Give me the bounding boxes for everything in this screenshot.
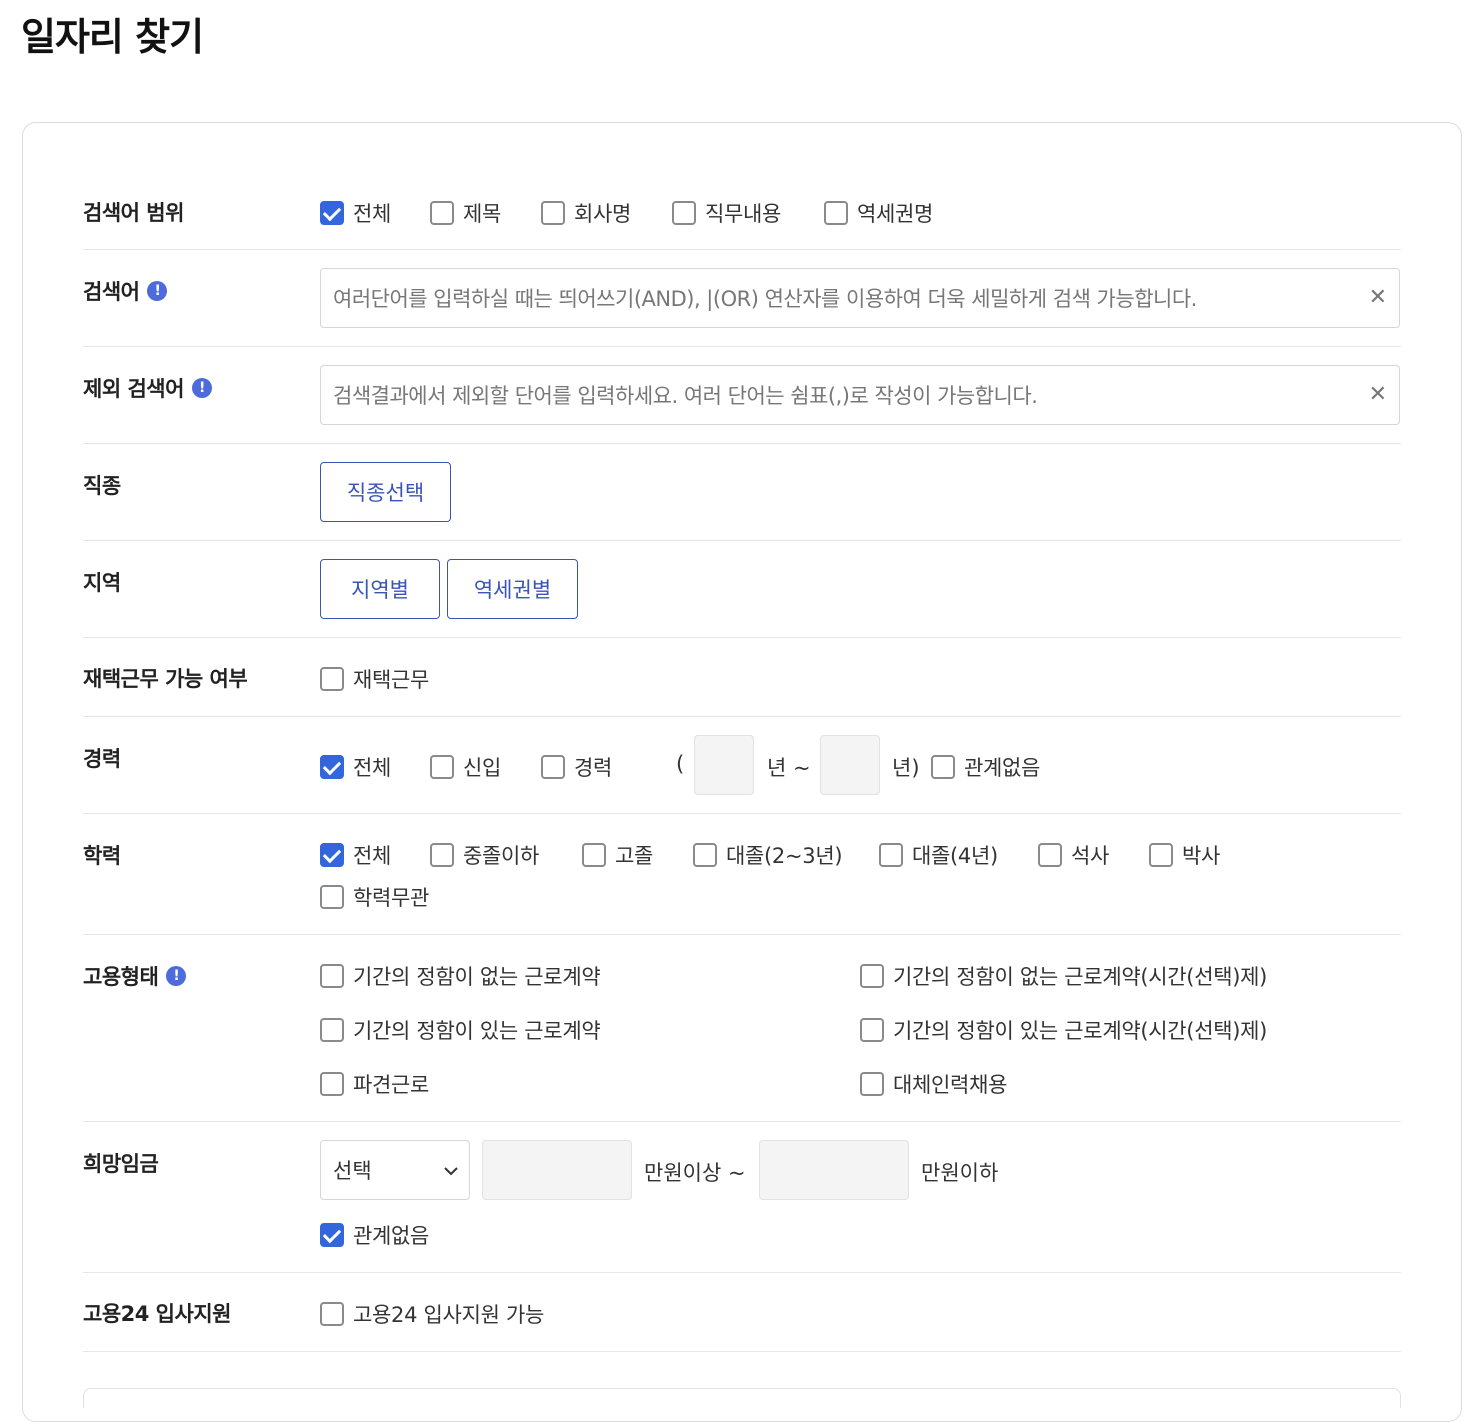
- apply24-checkbox[interactable]: 고용24 입사지원 가능: [320, 1299, 544, 1329]
- career-new-checkbox[interactable]: 신입: [430, 752, 501, 782]
- check-icon: [320, 843, 344, 867]
- scope-company-checkbox[interactable]: 회사명: [541, 198, 631, 228]
- edu-all-checkbox[interactable]: 전체: [320, 840, 391, 870]
- next-section-edge: [83, 1388, 1401, 1408]
- info-icon[interactable]: !: [147, 281, 168, 301]
- keyword-input[interactable]: 여러단어를 입력하실 때는 띄어쓰기(AND), |(OR) 연산자를 이용하여…: [320, 268, 1400, 328]
- checkbox-box: [320, 964, 344, 988]
- job-type-row: 직종 직종선택: [83, 444, 1401, 541]
- checkbox-box: [860, 1018, 884, 1042]
- checkbox-box: [430, 755, 454, 779]
- job-type-select-button[interactable]: 직종선택: [320, 462, 451, 522]
- career-year-to-input[interactable]: [820, 735, 880, 795]
- edu-college-checkbox[interactable]: 대졸(2~3년): [693, 840, 843, 870]
- career-row: 경력 전체 신입 경력 ( 년 ~ 년) 관계없음: [83, 717, 1401, 814]
- edu-middle-checkbox[interactable]: 중졸이하: [430, 840, 539, 870]
- employment-option-checkbox[interactable]: 기간의 정함이 없는 근로계약: [320, 961, 601, 991]
- salary-min-suffix: 만원이상 ~: [644, 1161, 746, 1185]
- salary-max-suffix: 만원이하: [921, 1161, 999, 1185]
- scope-station-checkbox[interactable]: 역세권명: [824, 198, 933, 228]
- edu-doctor-checkbox[interactable]: 박사: [1149, 840, 1220, 870]
- checkbox-box: [693, 843, 717, 867]
- edu-nomatter-checkbox[interactable]: 학력무관: [320, 882, 429, 912]
- employment-option-checkbox[interactable]: 기간의 정함이 있는 근로계약: [320, 1015, 601, 1045]
- checkbox-box: [430, 201, 454, 225]
- clear-icon[interactable]: ✕: [1369, 382, 1387, 407]
- edu-university-checkbox[interactable]: 대졸(4년): [879, 840, 998, 870]
- checkbox-box: [672, 201, 696, 225]
- checkbox-box: [320, 1072, 344, 1096]
- edu-high-checkbox[interactable]: 고졸: [582, 840, 653, 870]
- exclude-input[interactable]: 검색결과에서 제외할 단어를 입력하세요. 여러 단어는 쉼표(,)로 작성이 …: [320, 365, 1400, 425]
- checkbox-box: [320, 885, 344, 909]
- checkbox-box: [320, 1018, 344, 1042]
- salary-type-select[interactable]: 선택: [320, 1140, 470, 1200]
- search-panel: 검색어 범위 전체 제목 회사명 직무내용 역세권명 검색어 ! 여러단어를 입…: [22, 122, 1462, 1422]
- employment-option-checkbox[interactable]: 기간의 정함이 없는 근로계약(시간(선택)제): [860, 961, 1267, 991]
- exclude-row: 제외 검색어 ! 검색결과에서 제외할 단어를 입력하세요. 여러 단어는 쉼표…: [83, 347, 1401, 444]
- region-station-button[interactable]: 역세권별: [447, 559, 578, 619]
- employment-option-checkbox[interactable]: 파견근로: [320, 1069, 429, 1099]
- exclude-label: 제외 검색어 !: [83, 373, 212, 403]
- scope-duty-checkbox[interactable]: 직무내용: [672, 198, 781, 228]
- clear-icon[interactable]: ✕: [1369, 285, 1387, 310]
- remote-label: 재택근무 가능 여부: [83, 667, 248, 691]
- career-all-checkbox[interactable]: 전체: [320, 752, 391, 782]
- region-label: 지역: [83, 571, 121, 595]
- search-scope-row: 검색어 범위 전체 제목 회사명 직무내용 역세권명: [83, 123, 1401, 250]
- keyword-label: 검색어 !: [83, 276, 168, 306]
- check-icon: [320, 201, 344, 225]
- info-icon[interactable]: !: [166, 966, 187, 986]
- job-type-label: 직종: [83, 474, 121, 498]
- scope-title-checkbox[interactable]: 제목: [430, 198, 501, 228]
- career-year-from-input[interactable]: [694, 735, 754, 795]
- info-icon[interactable]: !: [191, 378, 212, 398]
- year-tilde-text: 년 ~: [767, 756, 811, 780]
- keyword-row: 검색어 ! 여러단어를 입력하실 때는 띄어쓰기(AND), |(OR) 연산자…: [83, 250, 1401, 347]
- checkbox-box: [860, 1072, 884, 1096]
- checkbox-box: [860, 964, 884, 988]
- employment-label: 고용형태 !: [83, 961, 187, 991]
- remote-row: 재택근무 가능 여부 재택근무: [83, 638, 1401, 717]
- chevron-down-icon: [444, 1167, 458, 1176]
- salary-nomatter-checkbox[interactable]: 관계없음: [320, 1220, 429, 1250]
- salary-max-input[interactable]: [759, 1140, 909, 1200]
- search-scope-label: 검색어 범위: [83, 201, 184, 225]
- check-icon: [320, 755, 344, 779]
- region-area-button[interactable]: 지역별: [320, 559, 440, 619]
- scope-all-checkbox[interactable]: 전체: [320, 198, 391, 228]
- check-icon: [320, 1223, 344, 1247]
- salary-label: 희망임금: [83, 1152, 159, 1176]
- employment-option-checkbox[interactable]: 대체인력채용: [860, 1069, 1007, 1099]
- edu-master-checkbox[interactable]: 석사: [1038, 840, 1109, 870]
- checkbox-box: [541, 755, 565, 779]
- year-close-text: 년): [892, 756, 920, 780]
- checkbox-box: [931, 755, 955, 779]
- checkbox-box: [1038, 843, 1062, 867]
- checkbox-box: [824, 201, 848, 225]
- education-label: 학력: [83, 844, 121, 868]
- career-nomatter-checkbox[interactable]: 관계없음: [931, 752, 1040, 782]
- checkbox-box: [320, 667, 344, 691]
- checkbox-box: [879, 843, 903, 867]
- checkbox-box: [430, 843, 454, 867]
- checkbox-box: [1149, 843, 1173, 867]
- employment-row: 고용형태 ! 기간의 정함이 없는 근로계약 기간의 정함이 없는 근로계약(시…: [83, 935, 1401, 1122]
- career-exp-checkbox[interactable]: 경력: [541, 752, 612, 782]
- checkbox-box: [541, 201, 565, 225]
- checkbox-box: [582, 843, 606, 867]
- checkbox-box: [320, 1302, 344, 1326]
- apply24-label: 고용24 입사지원: [83, 1302, 231, 1326]
- apply24-row: 고용24 입사지원 고용24 입사지원 가능: [83, 1273, 1401, 1352]
- career-label: 경력: [83, 747, 121, 771]
- education-row: 학력 전체 중졸이하 고졸 대졸(2~3년) 대졸(4년) 석사 박사 학력무관: [83, 814, 1401, 935]
- open-paren: (: [676, 752, 685, 776]
- employment-option-checkbox[interactable]: 기간의 정함이 있는 근로계약(시간(선택)제): [860, 1015, 1267, 1045]
- region-row: 지역 지역별 역세권별: [83, 541, 1401, 638]
- salary-min-input[interactable]: [482, 1140, 632, 1200]
- salary-row: 희망임금 선택 만원이상 ~ 만원이하 관계없음: [83, 1122, 1401, 1273]
- remote-checkbox[interactable]: 재택근무: [320, 664, 429, 694]
- page-title: 일자리 찾기: [21, 15, 204, 59]
